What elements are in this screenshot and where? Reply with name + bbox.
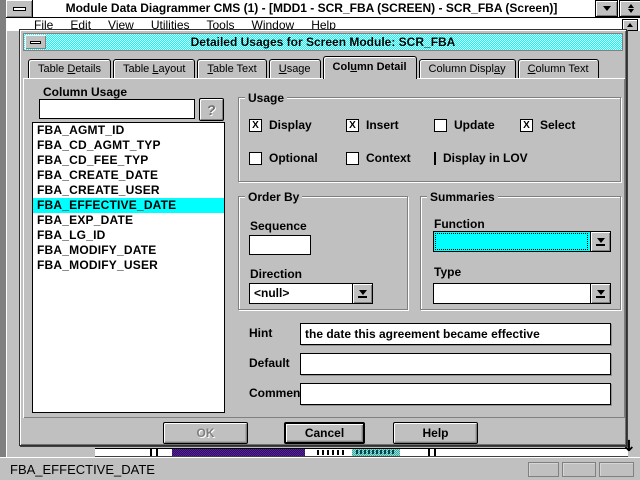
tab-table-text[interactable]: Table Text bbox=[197, 59, 266, 78]
minimize-button[interactable] bbox=[595, 0, 618, 17]
down-triangle-icon bbox=[603, 6, 611, 11]
tick-mark bbox=[156, 449, 158, 456]
teal-segment bbox=[352, 449, 400, 456]
purple-segment bbox=[172, 449, 305, 456]
button-row: OK Cancel Help bbox=[20, 30, 626, 445]
status-text: FBA_EFFECTIVE_DATE bbox=[10, 460, 155, 480]
restore-button[interactable] bbox=[619, 0, 640, 17]
detailed-usages-dialog: Detailed Usages for Screen Module: SCR_F… bbox=[19, 29, 627, 446]
screen: Module Data Diagrammer CMS (1) - [MDD1 -… bbox=[0, 0, 640, 480]
background-toolbar-strip bbox=[95, 448, 628, 457]
text-marks bbox=[317, 450, 347, 455]
tick-mark bbox=[428, 449, 430, 456]
ok-button: OK bbox=[163, 422, 248, 444]
tab-column-detail[interactable]: Column Detail bbox=[323, 56, 417, 79]
title-bar: Module Data Diagrammer CMS (1) - [MDD1 -… bbox=[6, 0, 640, 18]
tick-mark bbox=[150, 449, 152, 456]
tab-usage[interactable]: Usage bbox=[269, 59, 321, 78]
tab-column-display[interactable]: Column Display bbox=[419, 59, 516, 78]
help-button[interactable]: Help bbox=[393, 422, 478, 444]
status-bar: FBA_EFFECTIVE_DATE bbox=[0, 457, 640, 480]
system-menu-dash-icon bbox=[13, 7, 26, 11]
cancel-button[interactable]: Cancel bbox=[284, 422, 365, 444]
up-triangle-icon bbox=[627, 23, 633, 27]
tab-strip: Table DetailsTable LayoutTable TextUsage… bbox=[28, 56, 599, 78]
tab-column-text[interactable]: Column Text bbox=[518, 59, 599, 78]
down-triangle-icon bbox=[628, 9, 634, 13]
tick-mark bbox=[434, 449, 436, 456]
tab-table-layout[interactable]: Table Layout bbox=[113, 59, 195, 78]
status-panel bbox=[599, 462, 634, 477]
status-panel bbox=[562, 462, 596, 477]
system-menu-button[interactable] bbox=[6, 0, 33, 17]
up-triangle-icon bbox=[628, 4, 634, 8]
status-panel bbox=[528, 462, 559, 477]
tab-table-details[interactable]: Table Details bbox=[28, 59, 111, 78]
window-title: Module Data Diagrammer CMS (1) - [MDD1 -… bbox=[39, 0, 584, 18]
